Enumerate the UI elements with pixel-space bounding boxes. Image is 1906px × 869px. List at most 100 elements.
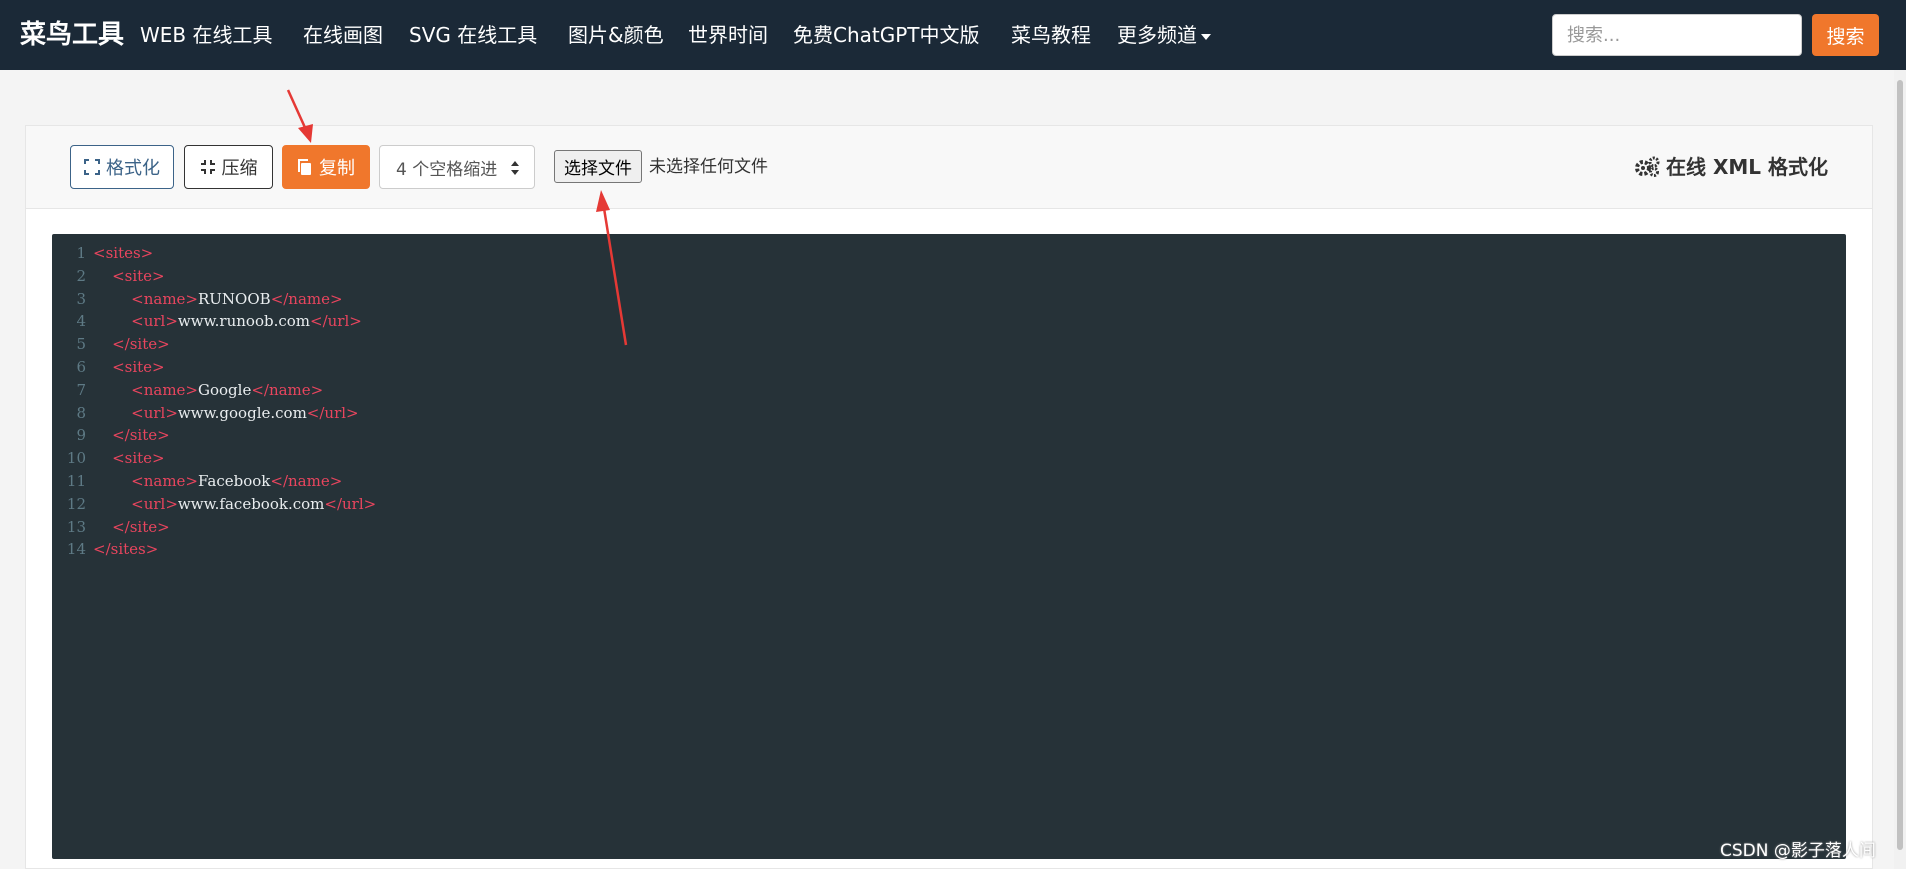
line-number: 1: [76, 244, 86, 262]
xml-open-tag: <name>: [131, 380, 198, 399]
nav-item-svg-tools[interactable]: SVG 在线工具: [409, 0, 537, 70]
line-number: 3: [76, 289, 86, 308]
line-number: 13: [66, 517, 86, 536]
indent-select-value: 4 个空格缩进: [396, 159, 498, 180]
nav-item-world-time[interactable]: 世界时间: [688, 0, 768, 70]
file-status: 未选择任何文件: [649, 157, 768, 177]
line-number: 7: [76, 380, 86, 399]
code-content: <site>: [93, 265, 165, 288]
xml-text: www.runoob.com: [177, 312, 311, 331]
xml-close-tag: </name>: [251, 380, 324, 399]
xml-text: Google: [198, 380, 252, 399]
code-content: </site>: [93, 516, 170, 539]
compress-button[interactable]: 压缩: [184, 145, 273, 189]
xml-open-tag: </site>: [112, 426, 170, 445]
xml-formatter-card: 格式化 压缩 复制 4 个空格缩进 选择文件 未选择任何文件 在线 XML 格式…: [25, 125, 1873, 869]
csdn-watermark: CSDN @影子落人间: [1720, 841, 1876, 861]
page-scrollbar[interactable]: [1894, 70, 1906, 869]
line-number: 9: [76, 426, 86, 445]
xml-open-tag: <site>: [112, 449, 165, 468]
xml-text: www.google.com: [177, 403, 307, 422]
line-number: 11: [66, 472, 86, 490]
more-channels-label: 更多频道: [1117, 23, 1197, 47]
nav-item-images-colors[interactable]: 图片&颜色: [568, 0, 664, 70]
code-content: <name>Facebook</name>: [93, 470, 342, 493]
expand-icon: [84, 159, 100, 175]
nav-item-chatgpt[interactable]: 免费ChatGPT中文版: [793, 0, 980, 70]
xml-code-editor[interactable]: 1 <sites> 2 <site> 3 <name>RUNOOB</name> 4 <…: [52, 234, 1846, 859]
xml-open-tag: <sites>: [93, 244, 154, 262]
xml-close-tag: </url>: [324, 494, 377, 513]
xml-open-tag: </site>: [112, 517, 170, 536]
line-number: 10: [66, 449, 86, 468]
xml-open-tag: <name>: [131, 472, 198, 490]
line-number: 6: [76, 358, 86, 376]
code-content: <name>RUNOOB</name>: [93, 288, 343, 311]
search-button[interactable]: 搜索: [1812, 14, 1879, 56]
tool-title: 在线 XML 格式化: [1634, 146, 1828, 188]
caret-down-icon: [1201, 33, 1211, 40]
copy-label: 复制: [319, 158, 355, 179]
xml-close-tag: </name>: [270, 472, 343, 490]
brand-logo[interactable]: 菜鸟工具: [20, 0, 124, 70]
compress-label: 压缩: [221, 158, 258, 179]
code-content: <sites>: [93, 242, 153, 265]
top-navbar: 菜鸟工具 WEB 在线工具 在线画图 SVG 在线工具 图片&颜色 世界时间 免…: [0, 0, 1906, 70]
code-content: <url>www.google.com</url>: [93, 402, 359, 425]
nav-item-online-drawing[interactable]: 在线画图: [303, 0, 383, 70]
code-content: <url>www.facebook.com</url>: [93, 493, 376, 516]
choose-file-button[interactable]: 选择文件: [554, 150, 642, 183]
nav-item-web-tools[interactable]: WEB 在线工具: [140, 0, 273, 70]
copy-button[interactable]: 复制: [282, 145, 370, 189]
xml-open-tag: <name>: [131, 289, 198, 308]
xml-close-tag: </url>: [306, 403, 359, 422]
xml-open-tag: <site>: [112, 358, 165, 376]
xml-open-tag: <url>: [131, 312, 178, 331]
code-content: </sites>: [93, 538, 158, 561]
xml-text: RUNOOB: [198, 289, 271, 308]
code-content: <site>: [93, 447, 165, 470]
search-input[interactable]: [1552, 14, 1802, 56]
format-button[interactable]: 格式化: [70, 145, 174, 189]
xml-open-tag: <url>: [131, 494, 178, 513]
sort-icon: [511, 161, 519, 175]
code-content: <site>: [93, 356, 165, 379]
code-content: <url>www.runoob.com</url>: [93, 310, 362, 333]
nav-item-more-channels[interactable]: 更多频道: [1117, 0, 1211, 70]
indent-select[interactable]: 4 个空格缩进: [379, 145, 535, 189]
tool-title-text: 在线 XML 格式化: [1666, 155, 1828, 179]
line-number: 5: [76, 335, 86, 354]
copy-icon: [298, 158, 311, 175]
toolbar: 格式化 压缩 复制 4 个空格缩进 选择文件 未选择任何文件 在线 XML 格式…: [26, 126, 1872, 209]
line-number: 2: [76, 266, 86, 285]
xml-text: www.facebook.com: [177, 494, 325, 513]
nav-item-tutorials[interactable]: 菜鸟教程: [1011, 0, 1091, 70]
xml-open-tag: </site>: [112, 335, 170, 354]
xml-close-tag: </url>: [310, 312, 362, 331]
scrollbar-thumb[interactable]: [1897, 80, 1903, 850]
xml-text: Facebook: [198, 472, 271, 490]
code-content: </site>: [93, 424, 170, 447]
code-content: </site>: [93, 333, 170, 356]
gears-icon: [1635, 156, 1660, 177]
line-number: 8: [76, 403, 86, 422]
line-number: 14: [66, 540, 86, 559]
xml-close-tag: </name>: [270, 289, 343, 308]
xml-open-tag: <site>: [112, 266, 165, 285]
code-content: <name>Google</name>: [93, 379, 323, 402]
line-number: 12: [66, 494, 86, 513]
xml-open-tag: </sites>: [93, 540, 159, 559]
compress-icon: [200, 160, 215, 174]
